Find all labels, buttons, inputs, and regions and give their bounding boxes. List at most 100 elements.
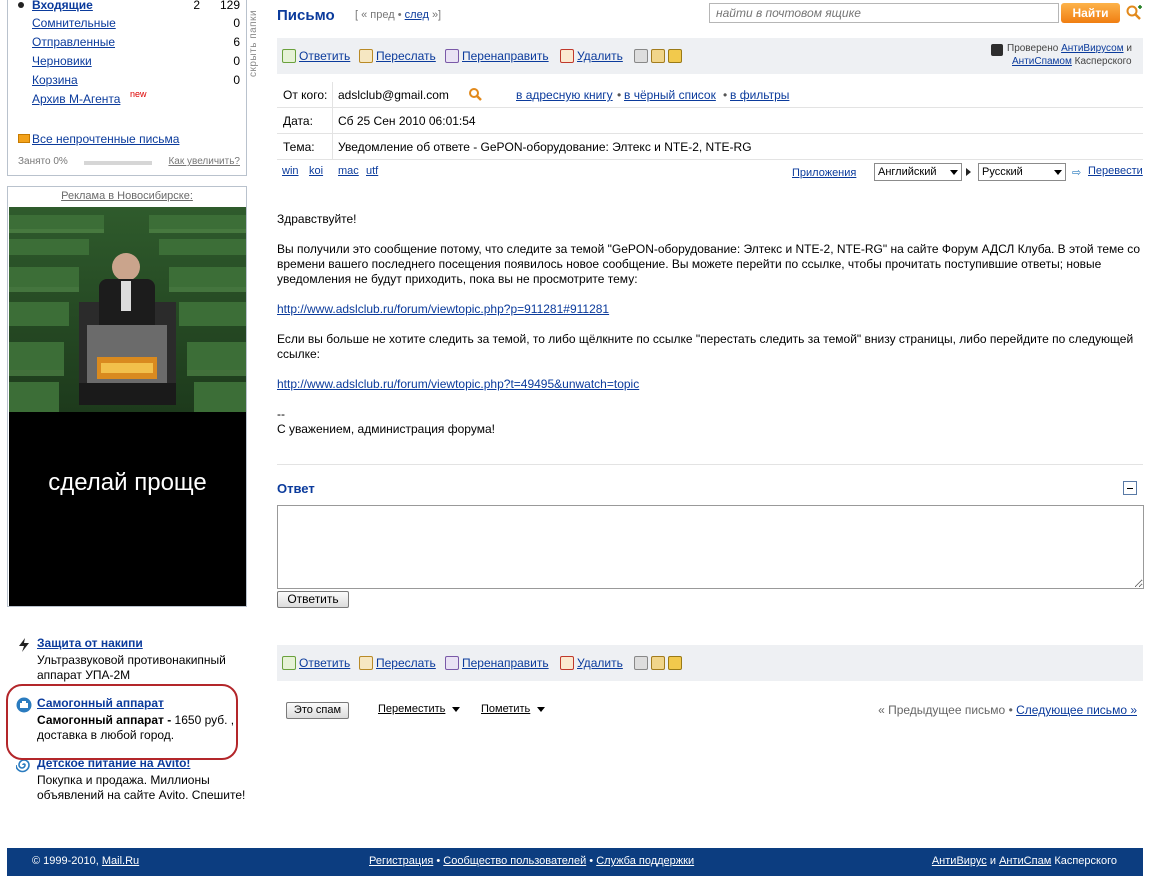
delete-icon — [560, 656, 574, 670]
advert-title[interactable]: Защита от накипи — [37, 636, 143, 651]
folder-total-count: 129 — [219, 0, 240, 12]
add-addressbook-link[interactable]: в адресную книгу — [516, 88, 613, 102]
all-unread-link[interactable]: Все непрочтенные письма — [32, 130, 179, 148]
next-message-link[interactable]: Следующее письмо » — [1016, 703, 1137, 717]
encoding-koi[interactable]: koi — [309, 165, 323, 177]
quota-increase-link[interactable]: Как увеличить? — [168, 156, 240, 167]
rfc-icon[interactable] — [651, 49, 665, 63]
encoding-utf[interactable]: utf — [366, 165, 378, 177]
encoding-mac[interactable]: mac — [338, 165, 359, 177]
ad-caption[interactable]: Реклама в Новосибирске: — [8, 190, 246, 202]
delete-action[interactable]: Удалить — [560, 48, 623, 64]
forward-action[interactable]: Переслать — [359, 655, 436, 671]
folder-name[interactable]: Сомнительные — [32, 14, 116, 32]
forward-link[interactable]: Переслать — [376, 655, 436, 671]
all-unread-row[interactable]: Все непрочтенные письма — [18, 130, 240, 148]
folder-archive[interactable]: Архив М-Агента new — [18, 89, 240, 108]
quota-row: Занято 0% Как увеличить? — [18, 156, 240, 170]
redirect-link[interactable]: Перенаправить — [462, 655, 549, 671]
rfc-icon[interactable] — [651, 656, 665, 670]
add-filters-link[interactable]: в фильтры — [730, 88, 789, 102]
reply-submit-button[interactable]: Ответить — [277, 591, 349, 608]
folder-name[interactable]: Черновики — [32, 52, 92, 70]
body-paragraph: Вы получили это сообщение потому, что сл… — [277, 242, 1141, 286]
target-language-select[interactable]: Русский — [978, 163, 1066, 181]
unwatch-link[interactable]: http://www.adslclub.ru/forum/viewtopic.p… — [277, 377, 639, 391]
add-blacklist-link[interactable]: в чёрный список — [624, 88, 716, 102]
delete-link[interactable]: Удалить — [577, 48, 623, 64]
antispam-link[interactable]: АнтиСпамом — [1012, 56, 1072, 67]
checked-label: Проверено — [1007, 43, 1059, 54]
folder-suspicious[interactable]: Сомнительные 0 — [18, 14, 240, 32]
mailru-link[interactable]: Mail.Ru — [102, 855, 139, 867]
nav-prefix: [ « — [355, 9, 368, 21]
kaspersky-label: Касперского — [1074, 56, 1132, 67]
banner-ad[interactable]: Реклама в Новосибирске: сделай проще — [7, 186, 247, 607]
message-fields: От кого: adslclub@gmail.com в адресную к… — [277, 82, 1143, 160]
mark-dropdown[interactable]: Пометить — [481, 703, 546, 715]
source-language-select[interactable]: Английский — [874, 163, 962, 181]
translate-button[interactable]: Перевести — [1088, 165, 1143, 177]
folder-drafts[interactable]: Черновики 0 — [18, 52, 240, 70]
hide-folders-toggle[interactable]: скрыть папки — [248, 2, 262, 77]
folder-trash[interactable]: Корзина 0 — [18, 71, 240, 89]
folder-name[interactable]: Входящие — [32, 0, 93, 14]
hedge-maze-illustration — [9, 207, 246, 412]
delete-action[interactable]: Удалить — [560, 655, 623, 671]
ad-image[interactable]: сделай проще — [9, 207, 246, 606]
reply-icon — [282, 656, 296, 670]
footer-antispam-link[interactable]: АнтиСпам — [999, 855, 1051, 867]
advert-item[interactable]: Детское питание на Avito! Покупка и прод… — [16, 756, 246, 818]
antivirus-link[interactable]: АнтиВирусом — [1061, 43, 1124, 54]
delete-link[interactable]: Удалить — [577, 655, 623, 671]
folder-name[interactable]: Отправленные — [32, 33, 115, 51]
message-header: Письмо [ « пред • след »] Найти — [277, 0, 1147, 30]
search-button[interactable]: Найти — [1061, 3, 1120, 23]
advanced-search-icon[interactable] — [1126, 5, 1143, 22]
subject-value: Уведомление об ответе - GePON-оборудован… — [338, 140, 752, 154]
topic-link[interactable]: http://www.adslclub.ru/forum/viewtopic.p… — [277, 302, 609, 316]
print-icon[interactable] — [634, 656, 648, 670]
encoding-win[interactable]: win — [282, 165, 299, 177]
move-dropdown[interactable]: Переместить — [378, 703, 461, 715]
delete-icon — [560, 49, 574, 63]
reply-link[interactable]: Ответить — [299, 655, 350, 671]
folder-name[interactable]: Корзина — [32, 71, 78, 89]
print-icon[interactable] — [634, 49, 648, 63]
folder-total-count: 6 — [233, 35, 240, 49]
redirect-action[interactable]: Перенаправить — [445, 655, 549, 671]
attachments-link[interactable]: Приложения — [792, 167, 856, 179]
registration-link[interactable]: Регистрация — [369, 855, 433, 867]
spam-button[interactable]: Это спам — [286, 702, 349, 719]
reply-link[interactable]: Ответить — [299, 48, 350, 64]
signature: С уважением, администрация форума! — [277, 422, 495, 436]
reply-section-header: Ответ — [277, 464, 1143, 504]
folder-name[interactable]: Архив М-Агента — [32, 90, 120, 108]
forward-icon — [359, 49, 373, 63]
magnifier-icon[interactable] — [468, 87, 483, 102]
community-link[interactable]: Сообщество пользователей — [443, 855, 586, 867]
save-icon[interactable] — [668, 656, 682, 670]
folder-inbox[interactable]: Входящие 2 129 — [18, 0, 240, 14]
advert-item[interactable]: Защита от накипи Ультразвуковой противон… — [16, 636, 246, 686]
forward-link[interactable]: Переслать — [376, 48, 436, 64]
highlight-ellipse — [6, 684, 238, 760]
from-row: От кого: adslclub@gmail.com в адресную к… — [277, 82, 1143, 108]
reply-textarea[interactable] — [277, 505, 1144, 589]
folder-sent[interactable]: Отправленные 6 — [18, 33, 240, 51]
redirect-action[interactable]: Перенаправить — [445, 48, 549, 64]
redirect-link[interactable]: Перенаправить — [462, 48, 549, 64]
collapse-icon[interactable] — [1123, 481, 1137, 495]
reply-action[interactable]: Ответить — [282, 48, 350, 64]
reply-action[interactable]: Ответить — [282, 655, 350, 671]
search-input[interactable] — [709, 3, 1059, 23]
next-link[interactable]: след — [405, 9, 429, 21]
footer-antivirus-link[interactable]: АнтиВирус — [932, 855, 987, 867]
body-greeting: Здравствуйте! — [277, 212, 357, 226]
save-icon[interactable] — [668, 49, 682, 63]
folder-total-count: 0 — [233, 16, 240, 30]
message-toolbar-bottom: Ответить Переслать Перенаправить Удалить — [277, 645, 1143, 681]
support-link[interactable]: Служба поддержки — [596, 855, 694, 867]
forward-action[interactable]: Переслать — [359, 48, 436, 64]
nav-bullet: • — [397, 9, 402, 21]
